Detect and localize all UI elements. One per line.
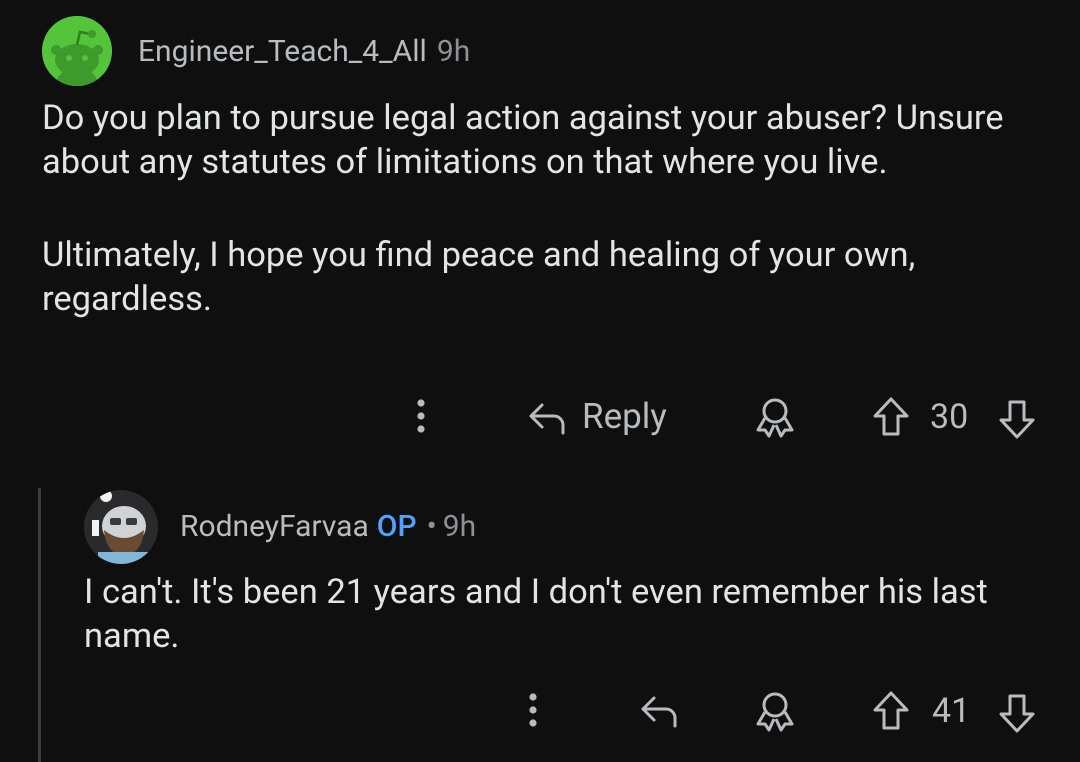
username[interactable]: RodneyFarvaa (180, 509, 369, 544)
downvote-button[interactable] (994, 690, 1040, 736)
separator-dot: • (426, 509, 437, 544)
award-button[interactable] (752, 688, 798, 734)
award-icon (756, 692, 794, 732)
more-vertical-icon (529, 693, 537, 727)
comment-reply-op: RodneyFarvaa OP • 9h I can't. It's been 21 … (0, 0, 1080, 762)
more-options-button[interactable] (522, 690, 544, 730)
downvote-icon (999, 694, 1035, 733)
upvote-icon (873, 691, 909, 730)
comment-paragraph: I can't. It's been 21 years and I don't … (84, 572, 988, 656)
upvote-button[interactable] (868, 688, 914, 734)
vote-count-value: 41 (932, 691, 971, 731)
op-badge: OP (376, 509, 417, 544)
bearded-avatar-icon (84, 490, 158, 564)
comment-meta: RodneyFarvaa OP • 9h (180, 509, 476, 544)
vote-count: 41 (932, 691, 970, 731)
reply-button[interactable] (638, 690, 680, 730)
comment-body: I can't. It's been 21 years and I don't … (84, 570, 1044, 658)
reply-arrow-icon (641, 696, 677, 728)
user-avatar[interactable] (84, 490, 158, 564)
timestamp: 9h (442, 509, 477, 544)
